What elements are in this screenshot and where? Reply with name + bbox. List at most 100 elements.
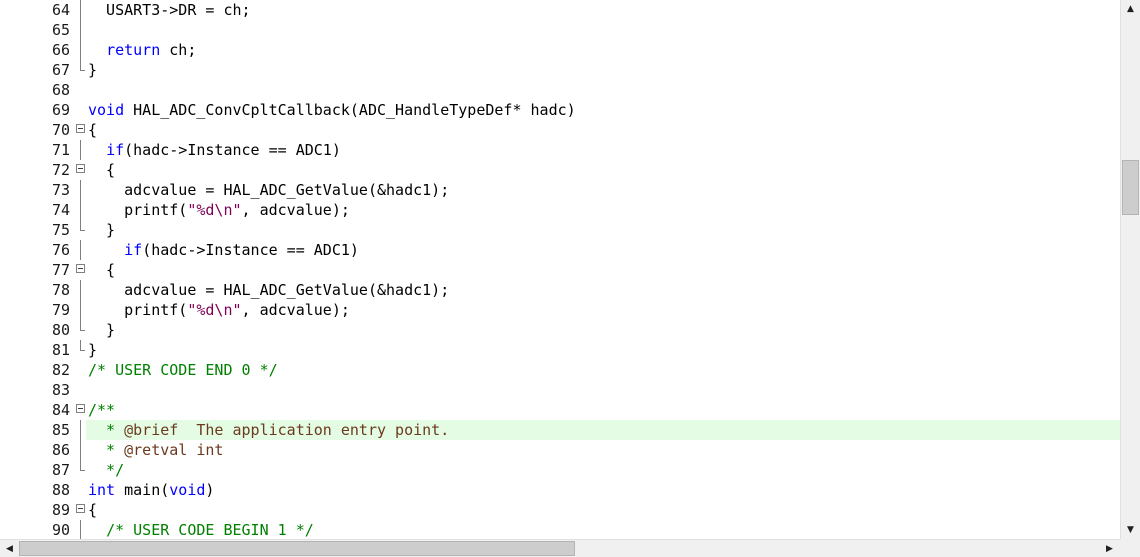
fold-toggle-icon[interactable] bbox=[76, 164, 85, 173]
code-text[interactable]: /** bbox=[88, 400, 115, 420]
code-text[interactable]: int main(void) bbox=[88, 480, 214, 500]
code-text[interactable]: } bbox=[88, 220, 115, 240]
code-line[interactable]: 86 * @retval int bbox=[0, 440, 1120, 460]
scroll-up-button[interactable]: ▲ bbox=[1121, 0, 1140, 17]
code-line[interactable]: 85 * @brief The application entry point. bbox=[0, 420, 1120, 440]
code-line[interactable]: 66 return ch; bbox=[0, 40, 1120, 60]
code-line[interactable]: 68 bbox=[0, 80, 1120, 100]
code-line[interactable]: 90 /* USER CODE BEGIN 1 */ bbox=[0, 520, 1120, 539]
line-number: 66 bbox=[51, 41, 70, 59]
fold-guide bbox=[80, 180, 81, 200]
code-token: printf( bbox=[88, 201, 188, 219]
code-text[interactable]: { bbox=[88, 500, 97, 520]
code-token: /* USER CODE BEGIN 1 */ bbox=[106, 521, 314, 539]
code-text[interactable]: printf("%d\n", adcvalue); bbox=[88, 200, 350, 220]
line-number: 77 bbox=[51, 261, 70, 279]
line-number: 67 bbox=[51, 61, 70, 79]
code-token: { bbox=[88, 121, 98, 139]
vertical-scrollbar[interactable]: ▲ ▼ bbox=[1120, 0, 1140, 539]
code-line[interactable]: 75 } bbox=[0, 220, 1120, 240]
fold-toggle-icon[interactable] bbox=[76, 504, 85, 513]
code-text[interactable]: if(hadc->Instance == ADC1) bbox=[88, 240, 359, 260]
code-line[interactable]: 70 { bbox=[0, 120, 1120, 140]
code-line[interactable]: 87 */ bbox=[0, 460, 1120, 480]
code-text[interactable]: printf("%d\n", adcvalue); bbox=[88, 300, 350, 320]
code-text[interactable]: adcvalue = HAL_ADC_GetValue(&hadc1); bbox=[88, 280, 449, 300]
code-text[interactable]: /* USER CODE END 0 */ bbox=[88, 360, 278, 380]
line-number: 69 bbox=[51, 101, 70, 119]
code-line[interactable]: 78 adcvalue = HAL_ADC_GetValue(&hadc1); bbox=[0, 280, 1120, 300]
line-background bbox=[86, 500, 1120, 520]
line-number: 90 bbox=[51, 521, 70, 539]
code-token: adcvalue = HAL_ADC_GetValue(&hadc1); bbox=[88, 281, 450, 299]
code-line[interactable]: 84 /** bbox=[0, 400, 1120, 420]
code-line[interactable]: 67} bbox=[0, 60, 1120, 80]
vertical-scroll-thumb[interactable] bbox=[1122, 160, 1139, 215]
code-line[interactable]: 74 printf("%d\n", adcvalue); bbox=[0, 200, 1120, 220]
code-line[interactable]: 80 } bbox=[0, 320, 1120, 340]
code-line[interactable]: 89 { bbox=[0, 500, 1120, 520]
code-token: adcvalue = HAL_ADC_GetValue(&hadc1); bbox=[88, 181, 450, 199]
code-text[interactable]: } bbox=[88, 60, 97, 80]
code-token: return bbox=[106, 41, 161, 59]
code-token: void bbox=[169, 481, 206, 499]
code-text[interactable]: USART3->DR = ch; bbox=[88, 0, 251, 20]
code-line[interactable]: 64 USART3->DR = ch; bbox=[0, 0, 1120, 20]
scroll-down-button[interactable]: ▼ bbox=[1121, 521, 1140, 538]
fold-toggle-icon[interactable] bbox=[76, 124, 85, 133]
code-line[interactable]: 71 if(hadc->Instance == ADC1) bbox=[0, 140, 1120, 160]
line-number: 74 bbox=[51, 201, 70, 219]
code-text[interactable]: } bbox=[88, 320, 115, 340]
code-text[interactable]: * @retval int bbox=[88, 440, 223, 460]
code-line[interactable]: 76 if(hadc->Instance == ADC1) bbox=[0, 240, 1120, 260]
code-token: if bbox=[106, 141, 125, 159]
line-background bbox=[86, 20, 1120, 40]
fold-toggle-icon[interactable] bbox=[76, 404, 85, 413]
code-token: */ bbox=[88, 461, 125, 479]
code-text[interactable]: } bbox=[88, 340, 97, 360]
line-background bbox=[86, 80, 1120, 100]
code-line[interactable]: 69 void HAL_ADC_ConvCpltCallback(ADC_Hand… bbox=[0, 100, 1120, 120]
code-text[interactable]: */ bbox=[88, 460, 124, 480]
code-text[interactable]: if(hadc->Instance == ADC1) bbox=[88, 140, 341, 160]
code-text[interactable]: * @brief The application entry point. bbox=[88, 420, 449, 440]
horizontal-scroll-thumb[interactable] bbox=[19, 541, 575, 556]
code-token: if bbox=[124, 241, 143, 259]
code-token: } bbox=[88, 321, 116, 339]
code-text[interactable]: { bbox=[88, 160, 115, 180]
code-token: } bbox=[88, 61, 98, 79]
fold-toggle-icon[interactable] bbox=[76, 264, 85, 273]
code-text[interactable]: /* USER CODE BEGIN 1 */ bbox=[88, 520, 314, 539]
code-line[interactable]: 88 int main(void) bbox=[0, 480, 1120, 500]
line-number: 89 bbox=[51, 501, 70, 519]
code-token: @retval int bbox=[124, 441, 224, 459]
line-number: 75 bbox=[51, 221, 70, 239]
line-number: 84 bbox=[51, 401, 70, 419]
horizontal-scrollbar[interactable]: ◀ ▶ bbox=[0, 539, 1120, 557]
code-text[interactable]: void HAL_ADC_ConvCpltCallback(ADC_Handle… bbox=[88, 100, 576, 120]
code-line[interactable]: 79 printf("%d\n", adcvalue); bbox=[0, 300, 1120, 320]
fold-guide bbox=[80, 520, 81, 539]
code-editor[interactable]: 64 USART3->DR = ch; 65 66 return ch; 67} 68 6… bbox=[0, 0, 1120, 539]
code-text[interactable]: return ch; bbox=[88, 40, 196, 60]
line-number: 81 bbox=[51, 341, 70, 359]
code-line[interactable]: 65 bbox=[0, 20, 1120, 40]
code-text[interactable]: { bbox=[88, 120, 97, 140]
fold-guide bbox=[80, 300, 81, 320]
code-line[interactable]: 77 { bbox=[0, 260, 1120, 280]
code-line[interactable]: 81} bbox=[0, 340, 1120, 360]
code-text[interactable]: adcvalue = HAL_ADC_GetValue(&hadc1); bbox=[88, 180, 449, 200]
code-line[interactable]: 72 { bbox=[0, 160, 1120, 180]
code-token: } bbox=[88, 341, 98, 359]
scroll-left-button[interactable]: ◀ bbox=[0, 540, 19, 557]
code-line[interactable]: 83 bbox=[0, 380, 1120, 400]
code-text[interactable]: { bbox=[88, 260, 115, 280]
scroll-right-button[interactable]: ▶ bbox=[1100, 540, 1119, 557]
line-number: 72 bbox=[51, 161, 70, 179]
code-line[interactable]: 73 adcvalue = HAL_ADC_GetValue(&hadc1); bbox=[0, 180, 1120, 200]
code-line[interactable]: 82 /* USER CODE END 0 */ bbox=[0, 360, 1120, 380]
code-token: "%d\n" bbox=[187, 301, 242, 319]
fold-guide bbox=[80, 240, 81, 260]
line-number: 73 bbox=[51, 181, 70, 199]
